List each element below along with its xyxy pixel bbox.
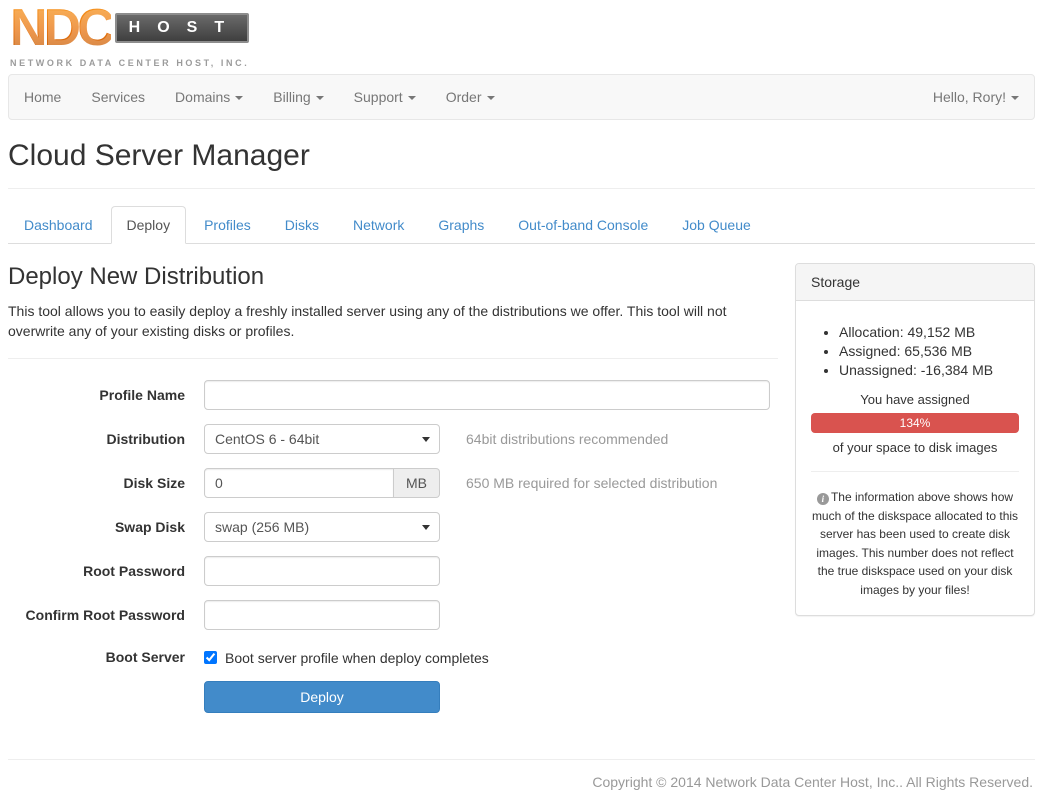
form-row-disk-size: Disk Size MB 650 MB required for selecte… [8, 468, 778, 498]
storage-progress-bar: 134% [811, 413, 1019, 433]
storage-progress-track: 134% [811, 413, 1019, 433]
confirm-root-password-input[interactable] [204, 600, 440, 630]
distribution-label: Distribution [8, 424, 204, 447]
logo-ndc-text: NDC [10, 6, 111, 50]
submit-spacer [8, 676, 204, 683]
storage-assigned-caption: You have assigned [811, 392, 1019, 407]
storage-stat-allocation: Allocation: 49,152 MB [839, 324, 1019, 340]
form-row-confirm-root-password: Confirm Root Password [8, 600, 778, 630]
disk-size-input[interactable] [204, 468, 394, 498]
form-row-submit: Deploy [8, 676, 778, 713]
form-row-root-password: Root Password [8, 556, 778, 586]
nav-item-billing[interactable]: Billing [258, 75, 338, 119]
storage-panel-title: Storage [796, 264, 1034, 301]
page-title: Cloud Server Manager [8, 139, 1035, 173]
storage-stats-list: Allocation: 49,152 MB Assigned: 65,536 M… [811, 324, 1019, 378]
storage-sidebar: Storage Allocation: 49,152 MB Assigned: … [795, 263, 1035, 727]
nav-item-domains[interactable]: Domains [160, 75, 258, 119]
tab-disks[interactable]: Disks [269, 206, 335, 244]
chevron-down-icon [1011, 96, 1019, 100]
disk-size-unit-addon: MB [394, 468, 440, 498]
form-row-distribution: Distribution CentOS 6 - 64bit 64bit dist… [8, 424, 778, 454]
root-password-label: Root Password [8, 556, 204, 579]
logo-host-box: HOST [115, 13, 249, 43]
distribution-help-text: 64bit distributions recommended [466, 424, 668, 447]
form-row-swap-disk: Swap Disk swap (256 MB) [8, 512, 778, 542]
chevron-down-icon [235, 96, 243, 100]
main-navbar: Home Services Domains Billing Support Or… [8, 74, 1035, 120]
storage-assigned-caption2: of your space to disk images [811, 440, 1019, 455]
tab-deploy[interactable]: Deploy [111, 206, 187, 244]
info-icon: i [817, 493, 829, 505]
chevron-down-icon [408, 96, 416, 100]
tab-bar: Dashboard Deploy Profiles Disks Network … [8, 206, 1035, 244]
header: NDC HOST NETWORK DATA CENTER HOST, INC. [0, 0, 1043, 74]
nav-item-label: Services [91, 89, 145, 105]
tab-network[interactable]: Network [337, 206, 420, 244]
tab-graphs[interactable]: Graphs [422, 206, 500, 244]
user-menu-label: Hello, Rory! [933, 89, 1006, 105]
logo-host-text: HOST [129, 20, 241, 36]
nav-list: Home Services Domains Billing Support Or… [9, 75, 510, 119]
confirm-root-password-label: Confirm Root Password [8, 600, 204, 623]
nav-item-label: Home [24, 89, 61, 105]
deploy-button[interactable]: Deploy [204, 681, 440, 713]
tab-job-queue[interactable]: Job Queue [666, 206, 767, 244]
tab-dashboard[interactable]: Dashboard [8, 206, 109, 244]
tab-profiles[interactable]: Profiles [188, 206, 267, 244]
storage-panel: Storage Allocation: 49,152 MB Assigned: … [795, 263, 1035, 616]
nav-item-label: Domains [175, 89, 230, 105]
boot-server-checkbox-label: Boot server profile when deploy complete… [225, 650, 489, 666]
boot-server-label: Boot Server [8, 644, 204, 665]
disk-size-help-text: 650 MB required for selected distributio… [466, 468, 717, 491]
deploy-form: Profile Name Distribution CentOS 6 - 64b… [8, 380, 778, 713]
disk-size-label: Disk Size [8, 468, 204, 491]
title-divider [8, 188, 1035, 189]
user-menu[interactable]: Hello, Rory! [918, 75, 1034, 119]
storage-panel-body: Allocation: 49,152 MB Assigned: 65,536 M… [796, 301, 1034, 615]
content-area: Deploy New Distribution This tool allows… [8, 244, 1035, 727]
chevron-down-icon [316, 96, 324, 100]
boot-server-checkbox[interactable] [204, 651, 217, 664]
nav-item-label: Billing [273, 89, 310, 105]
nav-item-support[interactable]: Support [339, 75, 431, 119]
profile-name-label: Profile Name [8, 380, 204, 403]
nav-item-label: Support [354, 89, 403, 105]
swap-disk-select-value: swap (256 MB) [215, 519, 309, 535]
storage-note-text: The information above shows how much of … [812, 490, 1018, 597]
logo-tagline: NETWORK DATA CENTER HOST, INC. [10, 58, 249, 68]
ndc-host-logo[interactable]: NDC HOST NETWORK DATA CENTER HOST, INC. [10, 6, 249, 68]
profile-name-input[interactable] [204, 380, 770, 410]
nav-right-list: Hello, Rory! [918, 75, 1034, 119]
deploy-section: Deploy New Distribution This tool allows… [8, 263, 778, 727]
section-title: Deploy New Distribution [8, 263, 778, 291]
tab-out-of-band-console[interactable]: Out-of-band Console [502, 206, 664, 244]
swap-disk-select[interactable]: swap (256 MB) [204, 512, 440, 542]
select-caret-icon [422, 525, 430, 530]
nav-item-label: Order [446, 89, 482, 105]
distribution-select[interactable]: CentOS 6 - 64bit [204, 424, 440, 454]
section-divider [8, 358, 778, 359]
footer: Copyright © 2014 Network Data Center Hos… [8, 759, 1035, 790]
nav-item-services[interactable]: Services [76, 75, 160, 119]
nav-item-home[interactable]: Home [9, 75, 76, 119]
chevron-down-icon [487, 96, 495, 100]
select-caret-icon [422, 437, 430, 442]
form-row-profile-name: Profile Name [8, 380, 778, 410]
storage-stat-unassigned: Unassigned: -16,384 MB [839, 362, 1019, 378]
nav-item-order[interactable]: Order [431, 75, 510, 119]
section-description: This tool allows you to easily deploy a … [8, 301, 778, 342]
storage-panel-divider [811, 471, 1019, 472]
storage-note: iThe information above shows how much of… [811, 488, 1019, 600]
root-password-input[interactable] [204, 556, 440, 586]
form-row-boot-server: Boot Server Boot server profile when dep… [8, 644, 778, 666]
storage-stat-assigned: Assigned: 65,536 MB [839, 343, 1019, 359]
swap-disk-label: Swap Disk [8, 512, 204, 535]
copyright-text: Copyright © 2014 Network Data Center Hos… [10, 774, 1033, 790]
distribution-select-value: CentOS 6 - 64bit [215, 431, 319, 447]
